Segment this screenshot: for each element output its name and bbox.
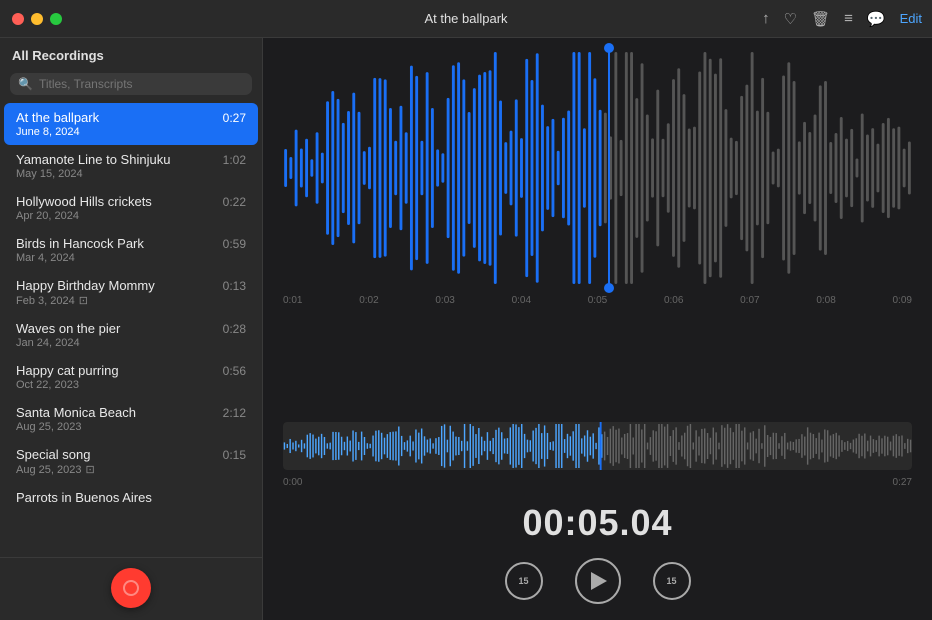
shared-icon: ⊡ (79, 294, 88, 307)
trash-icon[interactable]: 🗑 (811, 10, 830, 28)
playhead-bottom (604, 283, 614, 293)
playhead-top (604, 43, 614, 53)
mini-waveform-svg (283, 422, 912, 470)
recording-item[interactable]: Happy cat purring 0:56Oct 22, 2023 (4, 356, 258, 398)
play-circle (575, 558, 621, 604)
time-label: 0:05 (588, 295, 607, 306)
time-label: 0:09 (893, 295, 912, 306)
search-bar[interactable]: 🔍 (10, 73, 252, 95)
recording-duration: 0:56 (223, 364, 246, 378)
favorite-icon[interactable]: ♡ (784, 10, 797, 28)
controls-row: 15 15 (263, 550, 932, 620)
recording-item[interactable]: Waves on the pier 0:28Jan 24, 2024 (4, 314, 258, 356)
timer-display: 00:05.04 (263, 494, 932, 550)
recording-date: Oct 22, 2023 (16, 379, 246, 391)
playhead[interactable] (608, 48, 610, 288)
share-icon[interactable]: ↑ (762, 10, 770, 27)
recording-date: June 8, 2024 (16, 126, 246, 138)
time-label: 0:02 (359, 295, 378, 306)
waveform-container: 0:01 0:02 0:03 0:04 0:05 0:06 0:07 0:08 0:09 (263, 38, 932, 416)
waveform-main: 0:01 0:02 0:03 0:04 0:05 0:06 0:07 0:08 0:09 (283, 48, 912, 308)
recording-item[interactable]: Santa Monica Beach 2:12Aug 25, 2023 (4, 398, 258, 440)
forward-label: 15 (666, 576, 676, 586)
search-icon: 🔍 (18, 77, 33, 91)
recording-date: Aug 25, 2023⊡ (16, 463, 246, 476)
main-layout: All Recordings 🔍 At the ballpark0:27June… (0, 38, 932, 620)
recording-item[interactable]: Parrots in Buenos Aires (4, 483, 258, 513)
sidebar: All Recordings 🔍 At the ballpark 0:27June… (0, 38, 263, 620)
recording-item[interactable]: Special song 0:15Aug 25, 2023⊡ (4, 440, 258, 483)
list-icon[interactable]: ≡ (844, 10, 853, 27)
sidebar-header: All Recordings (0, 38, 262, 69)
recording-duration: 1:02 (223, 153, 246, 167)
time-label: 0:04 (512, 295, 531, 306)
recording-list: At the ballpark 0:27June 8, 2024 Yamanote … (0, 103, 262, 557)
mini-waveform-container[interactable]: 0:00 0:27 (263, 416, 932, 494)
recording-item[interactable]: Hollywood Hills crickets 0:22Apr 20, 2024 (4, 187, 258, 229)
traffic-lights (12, 13, 62, 25)
rewind-circle: 15 (505, 562, 543, 600)
recording-duration: 0:15 (223, 448, 246, 462)
waveform-svg (283, 48, 912, 288)
recording-title: Birds in Hancock Park (16, 236, 144, 251)
recording-duration: 0:27 (223, 111, 246, 125)
mini-time-row: 0:00 0:27 (283, 477, 912, 488)
recording-title: Santa Monica Beach (16, 405, 136, 420)
edit-button[interactable]: Edit (900, 11, 922, 26)
recording-duration: 2:12 (223, 406, 246, 420)
recording-item[interactable]: Yamanote Line to Shinjuku 1:02May 15, 202… (4, 145, 258, 187)
bubble-icon[interactable]: 💬 (867, 10, 886, 28)
recording-date: Feb 3, 2024⊡ (16, 294, 246, 307)
mini-time-start: 0:00 (283, 477, 302, 488)
recording-date: Apr 20, 2024 (16, 210, 246, 222)
shared-icon: ⊡ (85, 463, 94, 476)
titlebar-actions: ↑ ♡ 🗑 ≡ 💬 Edit (762, 10, 922, 28)
recording-item[interactable]: Happy Birthday Mommy 0:13Feb 3, 2024⊡ (4, 271, 258, 314)
recording-date: May 15, 2024 (16, 168, 246, 180)
forward-circle: 15 (653, 562, 691, 600)
search-input[interactable] (39, 77, 244, 91)
close-button[interactable] (12, 13, 24, 25)
recording-title: At the ballpark (16, 110, 99, 125)
window-title: At the ballpark (424, 11, 507, 26)
recording-title: Hollywood Hills crickets (16, 194, 152, 209)
time-label: 0:06 (664, 295, 683, 306)
recording-duration: 0:28 (223, 322, 246, 336)
recording-title: Special song (16, 447, 90, 462)
time-label: 0:07 (740, 295, 759, 306)
recording-duration: 0:13 (223, 279, 246, 293)
play-icon (591, 572, 607, 590)
record-button-inner (123, 580, 139, 596)
recording-date: Mar 4, 2024 (16, 252, 246, 264)
time-label: 0:03 (435, 295, 454, 306)
mini-time-end: 0:27 (893, 477, 912, 488)
recording-title: Yamanote Line to Shinjuku (16, 152, 170, 167)
recording-item[interactable]: At the ballpark 0:27June 8, 2024 (4, 103, 258, 145)
recording-title: Parrots in Buenos Aires (16, 490, 152, 505)
recording-duration: 0:22 (223, 195, 246, 209)
rewind-label: 15 (518, 576, 528, 586)
forward-button[interactable]: 15 (653, 562, 691, 600)
recording-duration: 0:59 (223, 237, 246, 251)
detail-panel: 0:01 0:02 0:03 0:04 0:05 0:06 0:07 0:08 0:09 0:0… (263, 38, 932, 620)
recording-date: Aug 25, 2023 (16, 421, 246, 433)
recording-title: Waves on the pier (16, 321, 120, 336)
recording-item[interactable]: Birds in Hancock Park 0:59Mar 4, 2024 (4, 229, 258, 271)
record-button[interactable] (111, 568, 151, 608)
recording-title: Happy Birthday Mommy (16, 278, 155, 293)
time-axis: 0:01 0:02 0:03 0:04 0:05 0:06 0:07 0:08 0:09 (283, 295, 912, 306)
recording-date: Jan 24, 2024 (16, 337, 246, 349)
rewind-button[interactable]: 15 (505, 562, 543, 600)
minimize-button[interactable] (31, 13, 43, 25)
maximize-button[interactable] (50, 13, 62, 25)
record-button-area (0, 557, 262, 620)
time-label: 0:01 (283, 295, 302, 306)
recording-title: Happy cat purring (16, 363, 119, 378)
play-button[interactable] (575, 558, 621, 604)
titlebar: At the ballpark ↑ ♡ 🗑 ≡ 💬 Edit (0, 0, 932, 38)
time-label: 0:08 (816, 295, 835, 306)
